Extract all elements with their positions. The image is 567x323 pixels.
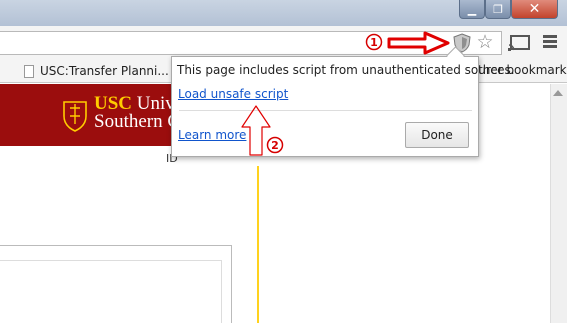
minimize-button[interactable]: ▁ xyxy=(459,0,485,19)
address-bar[interactable] xyxy=(0,31,502,55)
annotation-marker-2: 2 xyxy=(266,136,284,154)
usc-logo-line2: Southern C xyxy=(94,111,181,132)
usc-logo[interactable]: USC Unive Southern C xyxy=(94,94,183,132)
star-icon[interactable]: ☆ xyxy=(474,31,496,53)
vertical-scrollbar[interactable] xyxy=(550,84,567,323)
cast-icon[interactable] xyxy=(508,35,530,51)
learn-more-link[interactable]: Learn more xyxy=(178,128,246,142)
marker-1-label: 1 xyxy=(370,36,378,49)
menu-icon[interactable] xyxy=(543,35,557,49)
done-button[interactable]: Done xyxy=(405,122,469,148)
content-panel-inner xyxy=(0,260,222,323)
usc-seal-icon xyxy=(63,101,87,132)
scroll-up-arrow-icon[interactable] xyxy=(553,90,563,96)
bookmark-item-usc-transfer[interactable]: USC:Transfer Planni... xyxy=(24,62,176,80)
bookmark-label: USC:Transfer Planni... xyxy=(40,64,169,78)
content-divider xyxy=(257,166,259,323)
maximize-button[interactable]: ❐ xyxy=(485,0,511,19)
marker-2-label: 2 xyxy=(271,139,279,152)
close-button[interactable]: ✕ xyxy=(511,0,558,19)
popup-divider xyxy=(179,110,472,111)
popup-message: This page includes script from unauthent… xyxy=(177,63,515,77)
annotation-marker-1: 1 xyxy=(365,33,383,51)
page-icon xyxy=(24,64,34,78)
load-unsafe-script-link[interactable]: Load unsafe script xyxy=(178,87,288,101)
